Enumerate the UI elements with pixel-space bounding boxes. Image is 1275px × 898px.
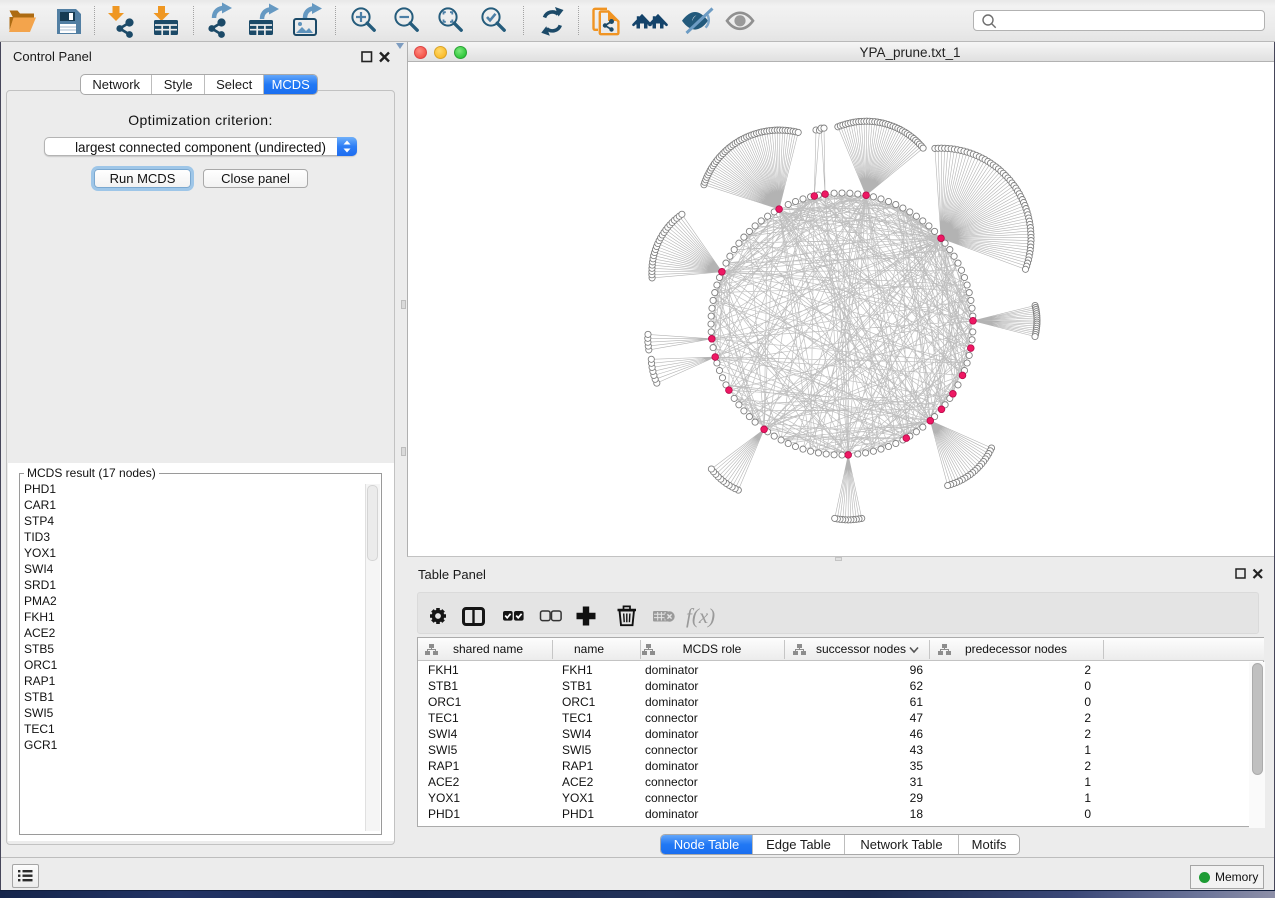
svg-text:f(x): f(x)	[686, 604, 715, 628]
